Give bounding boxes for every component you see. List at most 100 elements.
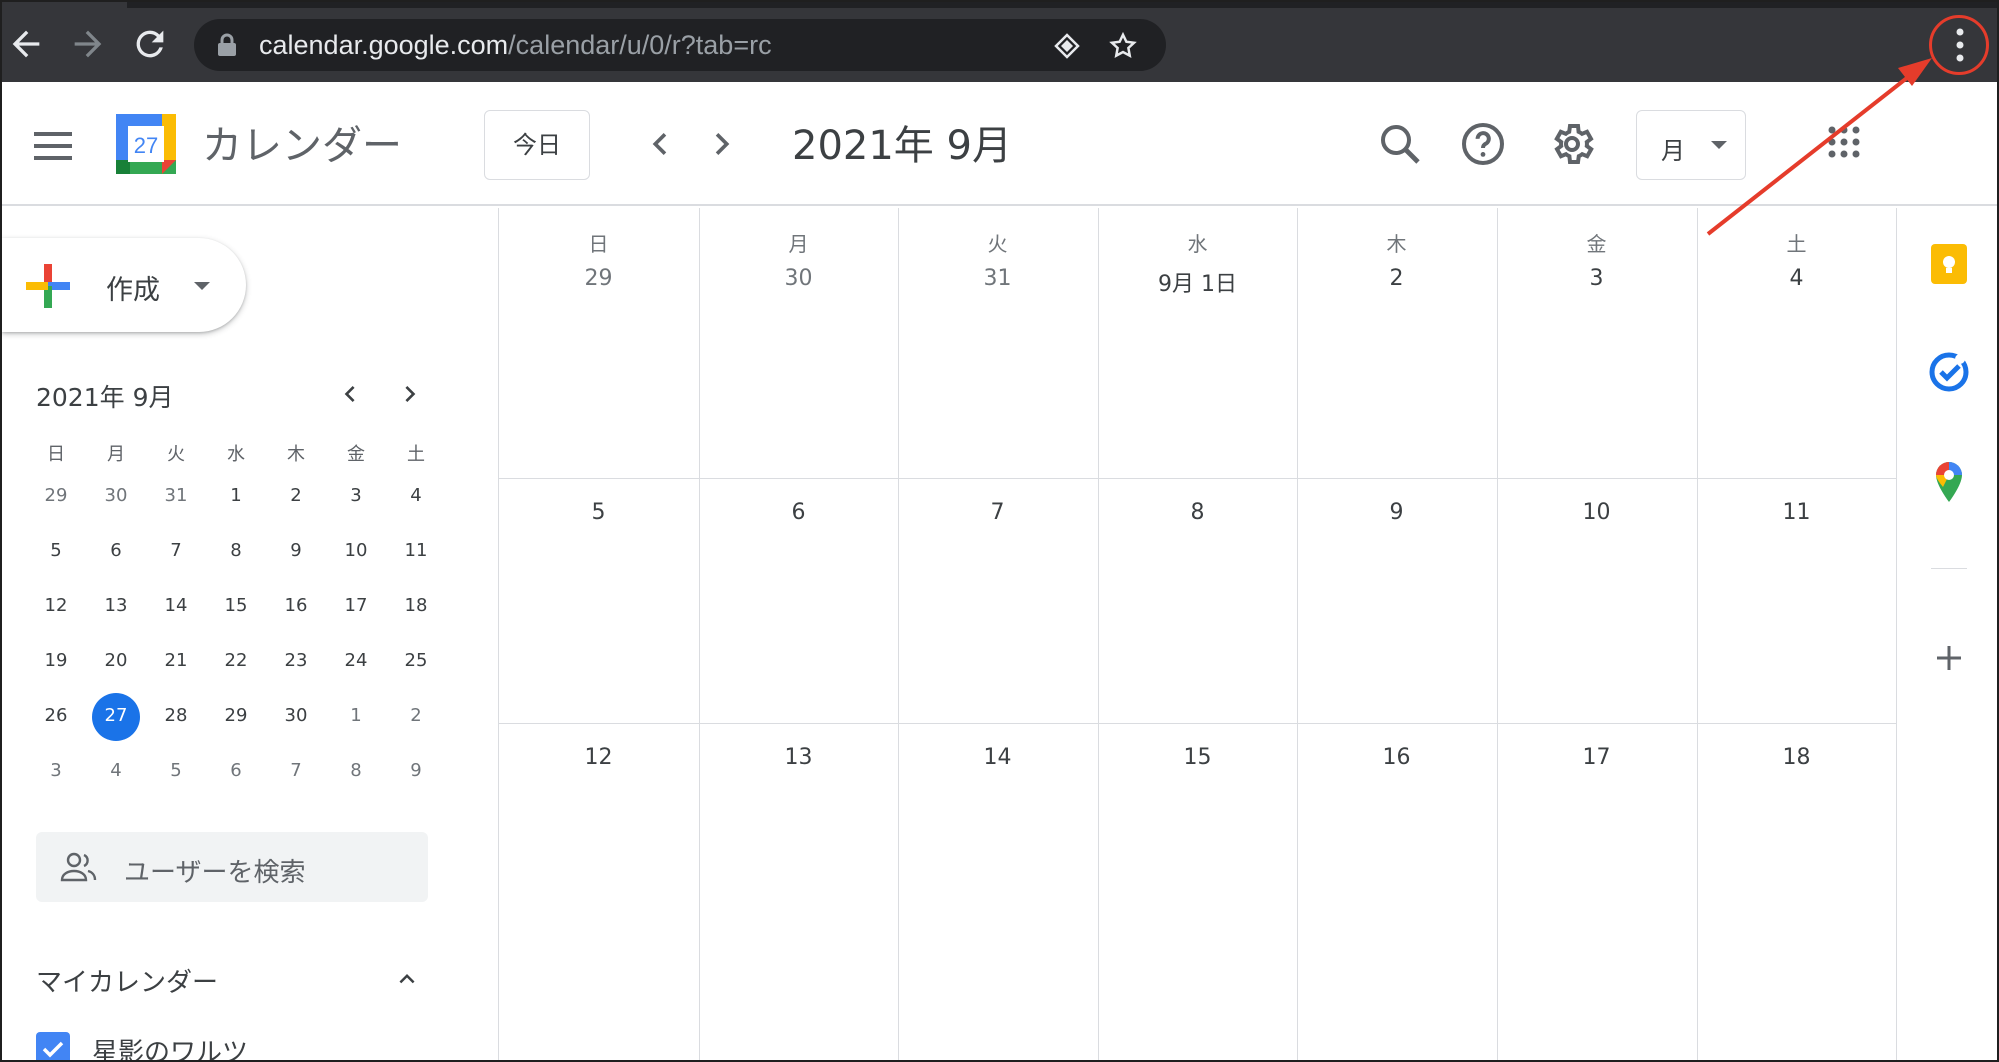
tasks-icon[interactable] <box>1927 350 1971 394</box>
day-number[interactable]: 29 <box>499 266 698 291</box>
day-number[interactable]: 8 <box>1098 500 1297 525</box>
mini-day[interactable]: 8 <box>206 530 266 585</box>
apps-grid-icon[interactable] <box>1826 124 1862 160</box>
forward-button[interactable] <box>68 24 108 64</box>
search-icon[interactable] <box>1376 120 1424 168</box>
mini-day[interactable]: 23 <box>266 640 326 695</box>
extension-diamond-icon[interactable] <box>1052 31 1082 61</box>
gear-icon[interactable] <box>1548 120 1596 168</box>
mini-day[interactable]: 8 <box>326 750 386 805</box>
mini-day[interactable]: 4 <box>86 750 146 805</box>
day-number[interactable]: 3 <box>1497 266 1696 291</box>
maps-icon[interactable] <box>1927 460 1971 504</box>
mini-day[interactable]: 26 <box>26 695 86 750</box>
day-number[interactable]: 17 <box>1497 745 1696 770</box>
day-cell[interactable] <box>1098 723 1298 1060</box>
mini-day[interactable]: 25 <box>386 640 446 695</box>
mini-day[interactable]: 13 <box>86 585 146 640</box>
mini-day[interactable]: 24 <box>326 640 386 695</box>
day-number[interactable]: 5 <box>499 500 698 525</box>
star-icon[interactable] <box>1108 31 1138 61</box>
mini-day[interactable]: 5 <box>146 750 206 805</box>
prev-period-button[interactable] <box>638 122 682 166</box>
reload-button[interactable] <box>130 24 170 64</box>
mini-prev-month-button[interactable] <box>334 378 366 410</box>
day-number[interactable]: 6 <box>699 500 898 525</box>
mini-next-month-button[interactable] <box>394 378 426 410</box>
mini-day[interactable]: 31 <box>146 475 206 530</box>
mini-day[interactable]: 6 <box>206 750 266 805</box>
address-bar[interactable]: calendar.google.com/calendar/u/0/r?tab=r… <box>194 19 1166 71</box>
plus-icon[interactable] <box>1931 640 1967 676</box>
day-number[interactable]: 13 <box>699 745 898 770</box>
mini-day[interactable]: 1 <box>206 475 266 530</box>
day-cell[interactable] <box>1297 723 1497 1060</box>
day-cell[interactable] <box>1697 208 1897 478</box>
mini-day[interactable]: 3 <box>26 750 86 805</box>
hamburger-menu-icon[interactable] <box>30 126 76 166</box>
mini-day[interactable]: 16 <box>266 585 326 640</box>
mini-day[interactable]: 28 <box>146 695 206 750</box>
mini-day[interactable]: 3 <box>326 475 386 530</box>
mini-day[interactable]: 7 <box>146 530 206 585</box>
mini-day[interactable]: 10 <box>326 530 386 585</box>
my-calendars-heading[interactable]: マイカレンダー <box>36 962 218 999</box>
day-cell[interactable] <box>499 723 699 1060</box>
day-number[interactable]: 10 <box>1497 500 1696 525</box>
mini-day[interactable]: 9 <box>266 530 326 585</box>
day-cell[interactable] <box>1497 723 1697 1060</box>
mini-day[interactable]: 17 <box>326 585 386 640</box>
back-button[interactable] <box>6 24 46 64</box>
day-number[interactable]: 2 <box>1297 266 1496 291</box>
mini-day[interactable]: 12 <box>26 585 86 640</box>
mini-day[interactable]: 6 <box>86 530 146 585</box>
day-number[interactable]: 11 <box>1697 500 1896 525</box>
mini-day[interactable]: 29 <box>206 695 266 750</box>
active-tab-fragment[interactable] <box>2 2 127 8</box>
day-number[interactable]: 18 <box>1697 745 1896 770</box>
mini-day[interactable]: 29 <box>26 475 86 530</box>
mini-day[interactable]: 27 <box>86 693 146 750</box>
create-button[interactable]: 作成 <box>2 238 246 332</box>
day-cell[interactable] <box>898 208 1098 478</box>
chevron-up-icon[interactable] <box>392 964 422 994</box>
day-cell[interactable] <box>699 723 899 1060</box>
url-text[interactable]: calendar.google.com/calendar/u/0/r?tab=r… <box>259 30 772 61</box>
mini-day[interactable]: 2 <box>266 475 326 530</box>
mini-day[interactable]: 7 <box>266 750 326 805</box>
mini-day[interactable]: 19 <box>26 640 86 695</box>
day-cell[interactable] <box>499 208 699 478</box>
mini-day[interactable]: 1 <box>326 695 386 750</box>
day-cell[interactable] <box>1297 208 1497 478</box>
mini-day[interactable]: 5 <box>26 530 86 585</box>
mini-day[interactable]: 9 <box>386 750 446 805</box>
mini-day[interactable]: 4 <box>386 475 446 530</box>
day-cell[interactable] <box>699 208 899 478</box>
view-selector[interactable]: 月 <box>1636 110 1746 180</box>
day-cell[interactable] <box>898 723 1098 1060</box>
day-cell[interactable] <box>1497 208 1697 478</box>
mini-day[interactable]: 22 <box>206 640 266 695</box>
day-number[interactable]: 30 <box>699 266 898 291</box>
day-number[interactable]: 15 <box>1098 745 1297 770</box>
help-icon[interactable] <box>1459 120 1507 168</box>
day-number[interactable]: 9月 1日 <box>1098 266 1297 298</box>
keep-icon[interactable] <box>1927 242 1971 286</box>
mini-day[interactable]: 30 <box>86 475 146 530</box>
day-cell[interactable] <box>1697 723 1897 1060</box>
day-number[interactable]: 12 <box>499 745 698 770</box>
day-number[interactable]: 14 <box>898 745 1097 770</box>
today-button[interactable]: 今日 <box>484 110 590 180</box>
day-cell[interactable] <box>1098 208 1298 478</box>
mini-day[interactable]: 2 <box>386 695 446 750</box>
mini-day[interactable]: 15 <box>206 585 266 640</box>
people-search-input[interactable]: ユーザーを検索 <box>36 832 428 902</box>
mini-day[interactable]: 14 <box>146 585 206 640</box>
mini-day[interactable]: 21 <box>146 640 206 695</box>
day-number[interactable]: 31 <box>898 266 1097 291</box>
mini-day[interactable]: 30 <box>266 695 326 750</box>
mini-day[interactable]: 11 <box>386 530 446 585</box>
mini-day[interactable]: 18 <box>386 585 446 640</box>
day-number[interactable]: 7 <box>898 500 1097 525</box>
day-number[interactable]: 16 <box>1297 745 1496 770</box>
